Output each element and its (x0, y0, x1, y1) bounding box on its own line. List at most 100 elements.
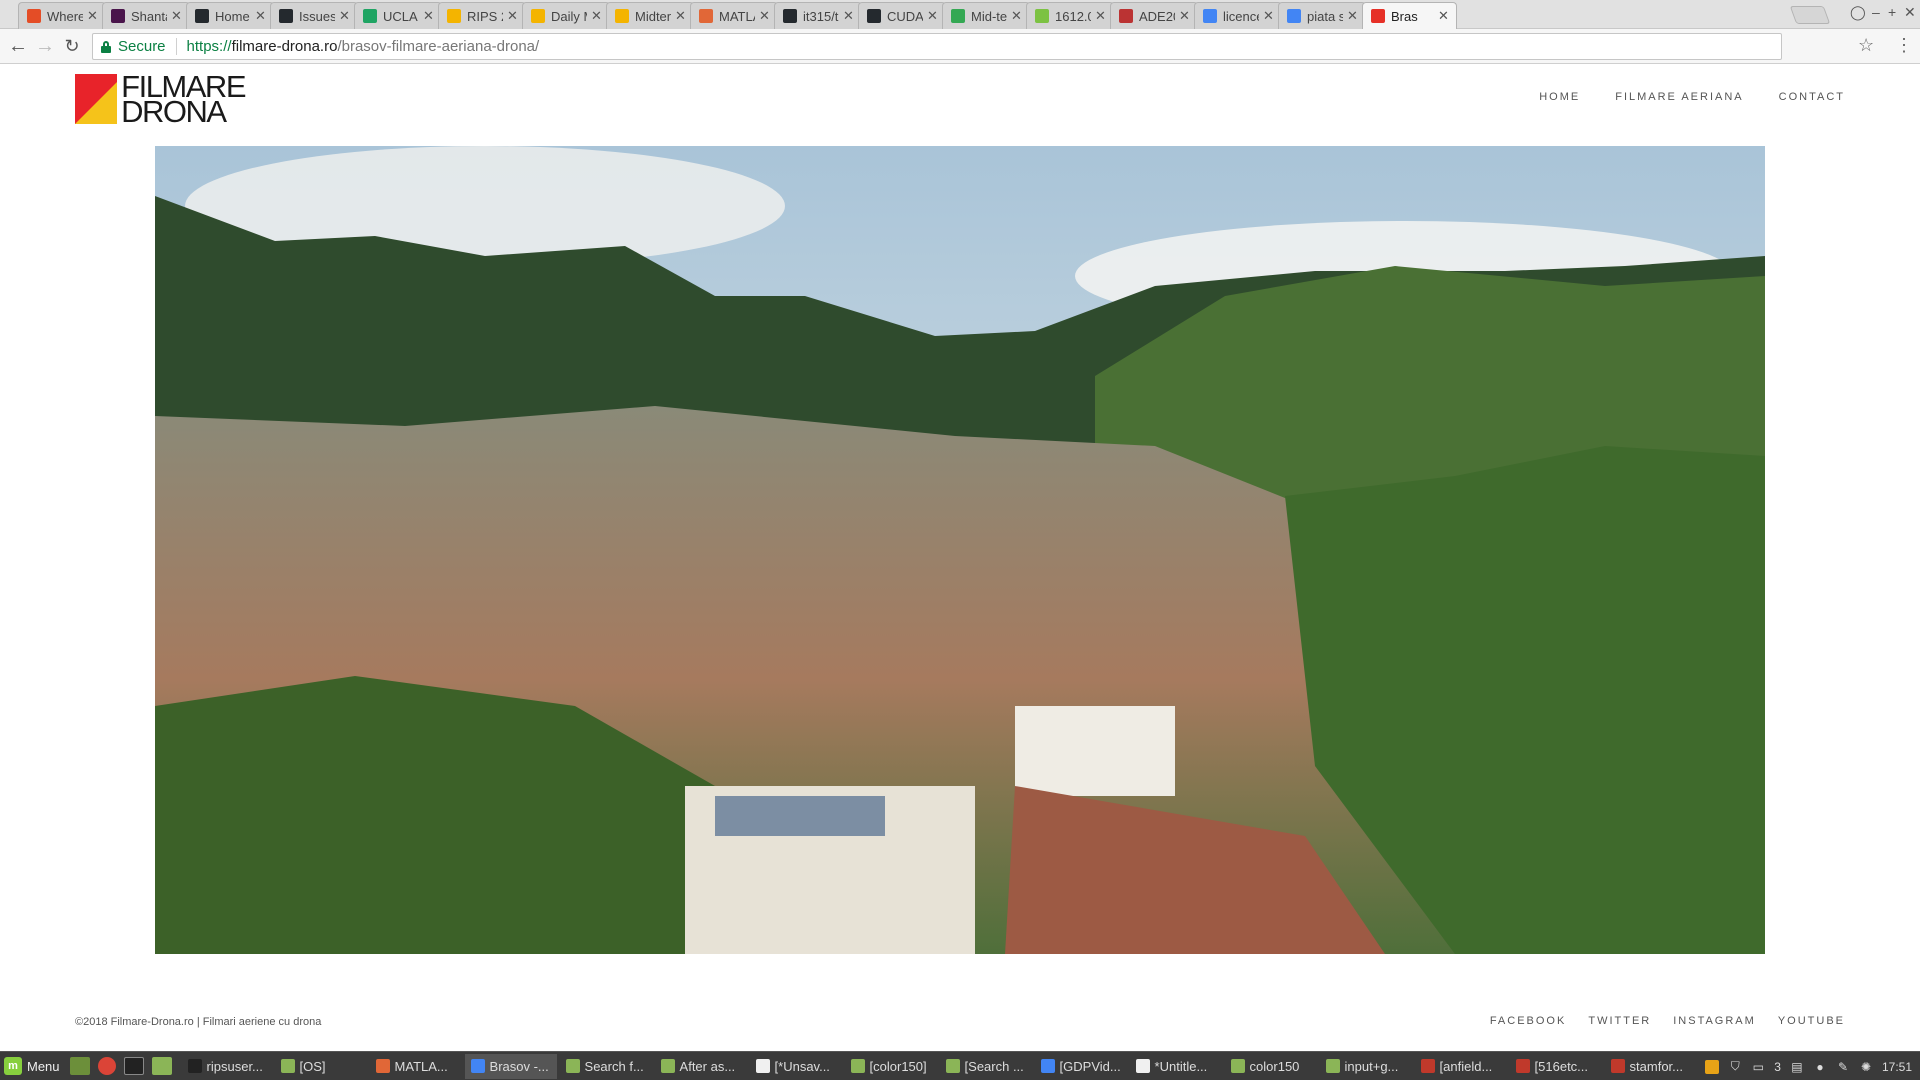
tab-close-icon[interactable]: ✕ (1438, 8, 1450, 24)
taskbar-window-button[interactable]: [GDPVid... (1035, 1054, 1127, 1079)
notification-count: 3 (1774, 1059, 1781, 1074)
nav-contact-link[interactable]: CONTACT (1779, 91, 1845, 103)
tab-close-icon[interactable]: ✕ (843, 8, 855, 24)
reload-icon[interactable]: ↻ (61, 35, 83, 57)
browser-tab[interactable]: Home ✕ (186, 2, 274, 29)
chrome-launcher-icon[interactable] (97, 1057, 116, 1075)
tab-close-icon[interactable]: ✕ (1347, 8, 1359, 24)
tab-title: Issues (299, 8, 335, 24)
hero-aerial-photo (155, 146, 1765, 954)
taskbar-window-button[interactable]: Search f... (560, 1054, 652, 1079)
browser-tab[interactable]: Mid-ter✕ (942, 2, 1030, 29)
facebook-link[interactable]: FACEBOOK (1490, 1015, 1567, 1027)
tab-close-icon[interactable]: ✕ (927, 8, 939, 24)
main-navigation: HOME FILMARE AERIANA CONTACT (1504, 91, 1845, 103)
tab-close-icon[interactable]: ✕ (339, 8, 351, 24)
tab-close-icon[interactable]: ✕ (255, 8, 267, 24)
tab-close-icon[interactable]: ✕ (591, 8, 603, 24)
browser-tab[interactable]: Shantan✕ (102, 2, 190, 29)
matlab-icon (375, 1059, 390, 1073)
tab-title: CUDA (887, 8, 923, 24)
pen-icon[interactable]: ✎ (1836, 1060, 1850, 1074)
browser-tab[interactable]: ADE20K✕ (1110, 2, 1198, 29)
image-icon (1420, 1059, 1435, 1073)
clipboard-icon[interactable]: ▤ (1790, 1060, 1804, 1074)
browser-tab[interactable]: Midterm✕ (606, 2, 694, 29)
youtube-link[interactable]: YOUTUBE (1778, 1015, 1845, 1027)
back-arrow-icon[interactable]: ← (7, 35, 29, 57)
taskbar-window-button[interactable]: color150 (1225, 1054, 1317, 1079)
forward-arrow-icon[interactable]: → (34, 35, 56, 57)
taskbar-window-label: [Search ... (964, 1058, 1024, 1074)
tab-close-icon[interactable]: ✕ (1011, 8, 1023, 24)
tab-title: licence (1223, 8, 1259, 24)
browser-menu-icon[interactable]: ⋮ (1895, 35, 1913, 56)
nav-home-link[interactable]: HOME (1539, 91, 1580, 103)
folder-icon (1230, 1059, 1245, 1073)
browser-tab[interactable]: UCLA ✕ (354, 2, 442, 29)
show-desktop-icon[interactable] (69, 1057, 90, 1075)
close-window-button[interactable]: ✕ (1904, 4, 1916, 21)
taskbar-window-button[interactable]: [Search ... (940, 1054, 1032, 1079)
maximize-window-button[interactable]: + (1888, 4, 1896, 20)
site-logo[interactable]: FILMARE DRONA (75, 71, 246, 127)
security-shield-icon[interactable]: ⛉ (1728, 1059, 1742, 1074)
browser-tab[interactable]: MATLAB✕ (690, 2, 778, 29)
twitter-link[interactable]: TWITTER (1588, 1015, 1651, 1027)
profile-icon[interactable]: ◯ (1850, 4, 1866, 21)
terminal-launcher-icon[interactable] (123, 1057, 144, 1075)
browser-tab[interactable]: piata sf✕ (1278, 2, 1366, 29)
browser-tab[interactable]: CUDA ✕ (858, 2, 946, 29)
taskbar-window-button[interactable]: [anfield... (1415, 1054, 1507, 1079)
new-tab-button[interactable] (1789, 6, 1831, 24)
terminal-icon (187, 1059, 202, 1073)
tab-favicon-icon (699, 9, 713, 23)
taskbar-window-button[interactable]: input+g... (1320, 1054, 1412, 1079)
taskbar-window-button[interactable]: ripsuser... (182, 1054, 272, 1079)
taskbar-window-button[interactable]: After as... (655, 1054, 747, 1079)
folder-icon (565, 1059, 580, 1073)
user-icon[interactable]: ● (1813, 1060, 1827, 1074)
taskbar-window-button[interactable]: [color150] (845, 1054, 937, 1079)
browser-tab[interactable]: Issues ✕ (270, 2, 358, 29)
tab-close-icon[interactable]: ✕ (759, 8, 771, 24)
taskbar-window-button[interactable]: Brasov -... (464, 1053, 557, 1079)
browser-tab[interactable]: licence✕ (1194, 2, 1282, 29)
tab-close-icon[interactable]: ✕ (1263, 8, 1275, 24)
browser-tab[interactable]: it315/tu✕ (774, 2, 862, 29)
browser-tab[interactable]: 1612.01✕ (1026, 2, 1114, 29)
taskbar-window-button[interactable]: [516etc... (1510, 1054, 1602, 1079)
bookmark-star-icon[interactable]: ☆ (1858, 35, 1874, 56)
taskbar-window-button[interactable]: [OS] (275, 1054, 367, 1079)
tab-close-icon[interactable]: ✕ (675, 8, 687, 24)
browser-tab[interactable]: Bras ✕ (1362, 2, 1457, 29)
brightness-icon[interactable]: ✺ (1859, 1060, 1873, 1074)
tab-title: Where (47, 8, 83, 24)
browser-tab[interactable]: Where ✕ (18, 2, 106, 29)
tab-close-icon[interactable]: ✕ (171, 8, 183, 24)
tab-close-icon[interactable]: ✕ (1095, 8, 1107, 24)
tab-close-icon[interactable]: ✕ (507, 8, 519, 24)
address-bar[interactable]: Secure https://filmare-drona.ro/brasov-f… (92, 33, 1782, 60)
tab-close-icon[interactable]: ✕ (423, 8, 435, 24)
address-divider (175, 38, 177, 55)
start-menu-button[interactable]: m Menu (0, 1052, 66, 1080)
tab-favicon-icon (951, 9, 965, 23)
tab-title: Daily M (551, 8, 587, 24)
browser-tab[interactable]: Daily M✕ (522, 2, 610, 29)
taskbar-window-button[interactable]: *Untitle... (1130, 1054, 1222, 1079)
taskbar-window-button[interactable]: MATLA... (370, 1054, 462, 1079)
taskbar-window-button[interactable]: [*Unsav... (750, 1054, 842, 1079)
browser-tab[interactable]: RIPS 20✕ (438, 2, 526, 29)
taskbar-window-label: [OS] (299, 1058, 326, 1074)
clock[interactable]: 17:51 (1882, 1060, 1912, 1074)
tab-close-icon[interactable]: ✕ (1179, 8, 1191, 24)
chat-bubble-icon[interactable]: ▭ (1751, 1060, 1765, 1074)
tab-close-icon[interactable]: ✕ (87, 8, 99, 24)
instagram-link[interactable]: INSTAGRAM (1673, 1015, 1756, 1027)
minimize-window-button[interactable]: – (1872, 4, 1880, 20)
taskbar-window-button[interactable]: stamfor... (1605, 1054, 1697, 1079)
files-launcher-icon[interactable] (151, 1057, 172, 1075)
update-shield-icon[interactable] (1705, 1059, 1720, 1074)
nav-filmare-aeriana-link[interactable]: FILMARE AERIANA (1615, 91, 1743, 103)
